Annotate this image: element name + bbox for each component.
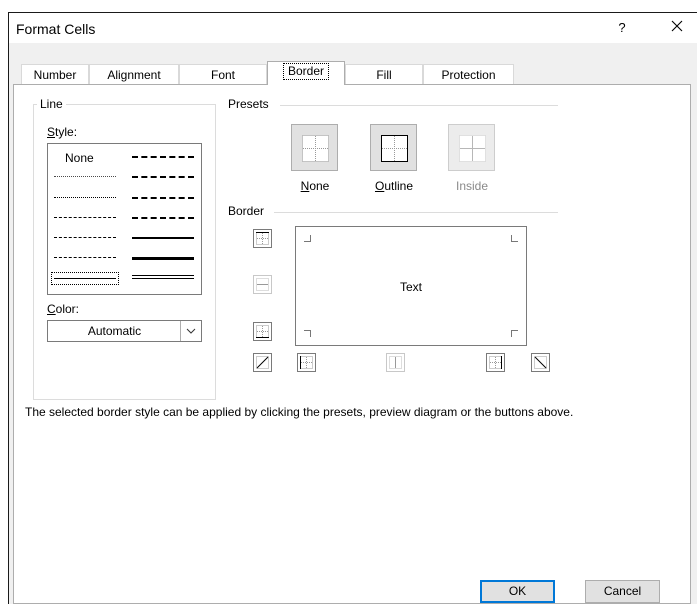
line-style-medium-dashed[interactable] [132,217,194,219]
border-left-icon [300,356,313,369]
tab-protection[interactable]: Protection [423,64,514,84]
preset-inside-icon [459,135,486,162]
preview-corner-top-left [304,235,311,242]
close-icon [671,20,683,32]
line-style-dashed[interactable] [54,257,116,258]
preset-none-button[interactable] [291,124,338,171]
border-inside-vertical-icon [389,356,402,369]
preview-corner-bottom-left [304,330,311,337]
color-label: Color: [47,302,80,316]
cancel-button[interactable]: Cancel [585,580,660,603]
presets-title: Presets [225,97,272,111]
border-title: Border [225,204,268,218]
border-diagonal-down-button[interactable] [531,353,550,372]
line-style-selection [51,272,119,285]
border-preview-area[interactable]: Text [295,226,527,346]
border-right-icon [489,356,502,369]
format-cells-dialog: Format Cells ? Number Alignment Font Bor… [8,12,697,604]
border-right-button[interactable] [486,353,505,372]
tab-alignment[interactable]: Alignment [89,64,179,84]
border-tab-panel: Line Style: None Color: Automatic Preset… [13,84,691,604]
preview-text: Text [399,280,422,294]
border-bottom-icon [256,325,269,338]
color-value: Automatic [87,324,142,338]
line-style-dash-dot-dot[interactable] [54,217,116,218]
preset-outline-label: Outline [374,179,414,193]
dialog-client: Number Alignment Font Border Fill Protec… [9,43,697,604]
border-diagonal-down-icon [534,356,547,369]
line-style-medium-dash-dot[interactable] [132,197,194,199]
border-bottom-button[interactable] [253,322,272,341]
border-diagonal-up-icon [256,356,269,369]
line-style-dotted[interactable] [54,197,116,198]
line-style-thick[interactable] [132,257,194,260]
line-style-none[interactable]: None [65,151,94,165]
color-dropdown-arrow[interactable] [180,321,201,341]
line-group-title: Line [37,97,66,111]
tab-fill[interactable]: Fill [345,64,423,84]
border-diagonal-up-button[interactable] [253,353,272,372]
border-divider [274,212,558,213]
tab-border[interactable]: Border [267,61,345,85]
line-style-medium[interactable] [132,237,194,239]
line-style-double[interactable] [132,275,194,279]
chevron-down-icon [186,328,196,334]
help-button[interactable]: ? [615,20,629,35]
preset-none-icon [302,135,329,162]
preset-inside-label: Inside [455,179,489,193]
close-button[interactable] [665,16,689,38]
preset-outline-icon [381,135,408,162]
preview-corner-top-right [511,235,518,242]
tab-border-label: Border [282,63,330,80]
border-help-text: The selected border style can be applied… [25,405,574,419]
tab-number[interactable]: Number [21,64,89,84]
preset-none-label: None [300,179,330,193]
border-top-icon [256,232,269,245]
line-style-slant-dash-dot[interactable] [132,176,194,178]
presets-divider [280,105,558,106]
border-inside-horizontal-button[interactable] [253,275,272,294]
color-dropdown[interactable]: Automatic [47,320,202,342]
border-inside-vertical-button[interactable] [386,353,405,372]
preset-inside-button [448,124,495,171]
tab-font[interactable]: Font [179,64,267,84]
border-top-button[interactable] [253,229,272,248]
line-style-dash-dot[interactable] [54,237,116,238]
border-left-button[interactable] [297,353,316,372]
line-style-list[interactable]: None [47,143,202,295]
line-style-hair[interactable] [54,176,116,177]
preview-corner-bottom-right [511,330,518,337]
ok-button[interactable]: OK [480,580,555,603]
preset-outline-button[interactable] [370,124,417,171]
style-label: Style: [47,125,78,139]
line-style-medium-dash-dot-dot[interactable] [132,156,194,158]
border-inside-horizontal-icon [256,278,269,291]
title-bar: Format Cells ? [9,13,697,43]
dialog-title: Format Cells [16,21,96,37]
